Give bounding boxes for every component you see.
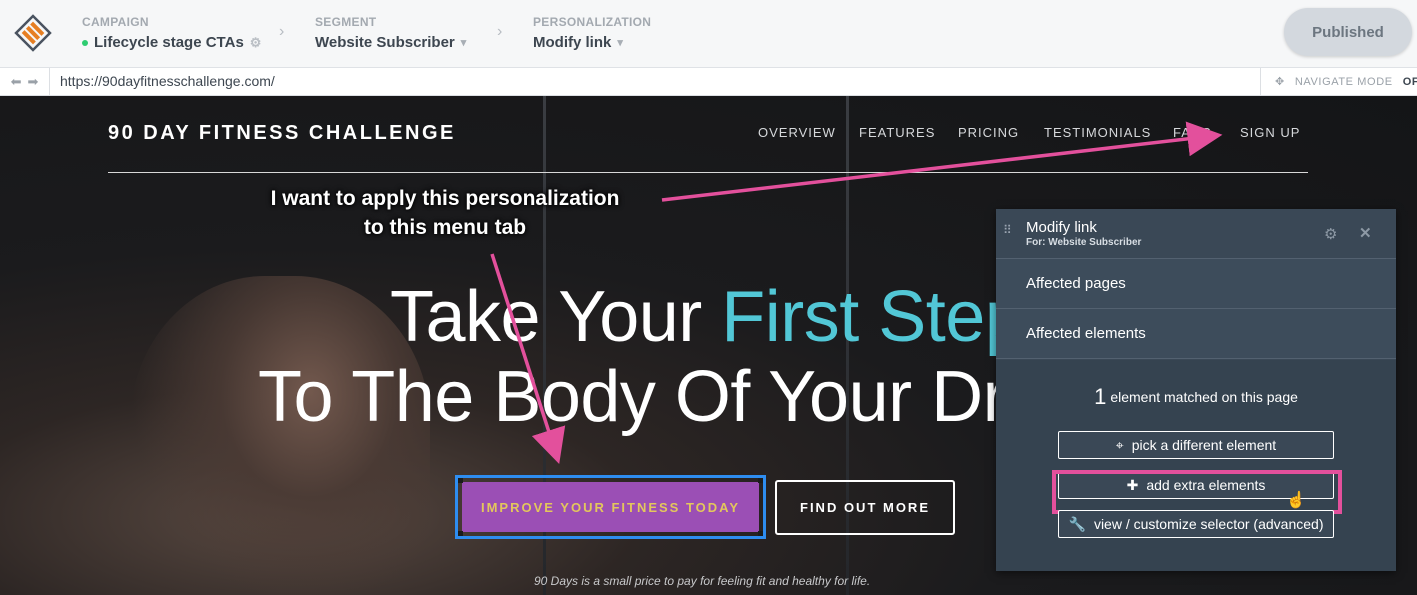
breadcrumb-campaign[interactable]: CAMPAIGN Lifecycle stage CTAs ⚙ <box>82 15 261 51</box>
breadcrumb-campaign-label: CAMPAIGN <box>82 15 149 29</box>
header-divider <box>108 172 1308 173</box>
chevron-down-icon[interactable]: ▾ <box>617 36 623 49</box>
selection-handle[interactable] <box>458 478 463 483</box>
site-nav-features[interactable]: FEATURES <box>859 125 935 140</box>
crosshair-icon: ✥ <box>1275 76 1285 88</box>
hero-tagline: 90 Days is a small price to pay for feel… <box>534 574 871 588</box>
improve-fitness-button[interactable]: IMPROVE YOUR FITNESS TODAY <box>462 482 759 532</box>
back-arrow-icon[interactable]: ⬅ <box>11 74 22 90</box>
forward-arrow-icon[interactable]: ➡ <box>28 74 39 90</box>
affected-pages-row[interactable]: Affected pages <box>996 259 1396 309</box>
segment-name: Website Subscriber <box>315 34 455 51</box>
match-count: 1 <box>1094 384 1107 409</box>
hand-cursor-icon: ☝ <box>1286 492 1306 509</box>
navigate-mode-state: OF <box>1402 75 1417 88</box>
app-header: CAMPAIGN Lifecycle stage CTAs ⚙ › SEGMEN… <box>0 0 1417 68</box>
crosshair-icon: ⌖ <box>1115 436 1124 453</box>
app-logo-icon[interactable] <box>14 14 52 52</box>
site-brand[interactable]: 90 DAY FITNESS CHALLENGE <box>108 122 456 145</box>
site-nav-pricing[interactable]: PRICING <box>958 125 1019 140</box>
annotation-text: I want to apply this personalization to … <box>230 184 660 242</box>
navigate-mode-toggle[interactable]: ✥ NAVIGATE MODE OF <box>1260 68 1417 95</box>
breadcrumb-separator-icon: › <box>497 23 503 40</box>
pick-button-label: pick a different element <box>1131 437 1277 453</box>
hero-headline-line1: Take Your First Step <box>390 276 1025 358</box>
wrench-icon: 🔧 <box>1068 515 1086 532</box>
site-nav-overview[interactable]: OVERVIEW <box>758 125 836 140</box>
panel-subtitle: For: Website Subscriber <box>1026 237 1142 248</box>
selection-handle[interactable] <box>758 478 763 483</box>
gear-icon[interactable]: ⚙ <box>1324 225 1337 243</box>
panel-title: Modify link <box>1026 219 1097 236</box>
selection-handle[interactable] <box>458 531 463 536</box>
hero-line1-accent: First Step <box>721 277 1025 357</box>
breadcrumb-personalization-label: PERSONALIZATION <box>533 15 652 29</box>
site-nav-testimonials[interactable]: TESTIMONIALS <box>1044 125 1151 140</box>
breadcrumb-segment[interactable]: SEGMENT Website Subscriber ▾ <box>315 15 466 51</box>
status-dot-icon <box>82 39 88 46</box>
match-summary: 1 element matched on this page <box>996 384 1396 410</box>
drag-handle-icon[interactable]: ⠿ <box>1003 224 1012 236</box>
hero-headline-line2: To The Body Of Your Dre <box>258 357 1046 437</box>
url-bar: ⬅ ➡ https://90dayfitnesschallenge.com/ ✥… <box>0 68 1417 96</box>
annotation-line1: I want to apply this personalization <box>270 187 620 210</box>
selection-handle[interactable] <box>758 531 763 536</box>
campaign-settings-icon[interactable]: ⚙ <box>250 35 262 51</box>
site-nav-faqs[interactable]: FAQS <box>1173 125 1212 140</box>
find-out-more-button[interactable]: FIND OUT MORE <box>775 480 955 535</box>
breadcrumb-segment-label: SEGMENT <box>315 15 377 29</box>
website-preview: 90 DAY FITNESS CHALLENGE OVERVIEW FEATUR… <box>0 96 1417 595</box>
selected-element-outline: IMPROVE YOUR FITNESS TODAY <box>455 475 766 539</box>
view-customize-selector-button[interactable]: 🔧 view / customize selector (advanced) <box>1058 510 1334 538</box>
chevron-down-icon[interactable]: ▾ <box>461 36 467 49</box>
published-button[interactable]: Published <box>1284 8 1412 56</box>
breadcrumb-separator-icon: › <box>279 23 285 40</box>
panel-header: ⠿ Modify link For: Website Subscriber ⚙ … <box>996 209 1396 259</box>
hero-line1-part1: Take Your <box>390 277 722 357</box>
match-text: element matched on this page <box>1110 389 1298 405</box>
personalization-name: Modify link <box>533 34 612 51</box>
modify-link-panel: ⠿ Modify link For: Website Subscriber ⚙ … <box>996 209 1396 571</box>
annotation-arrow-to-signup <box>661 121 1223 202</box>
breadcrumb-personalization[interactable]: PERSONALIZATION Modify link ▾ <box>533 15 651 51</box>
panel-body: 1 element matched on this page ⌖ pick a d… <box>996 360 1396 571</box>
site-nav-sign-up[interactable]: SIGN UP <box>1240 125 1300 140</box>
history-nav: ⬅ ➡ <box>0 68 50 95</box>
url-input[interactable]: https://90dayfitnesschallenge.com/ <box>60 73 275 89</box>
pick-different-element-button[interactable]: ⌖ pick a different element <box>1058 431 1334 459</box>
close-icon[interactable]: ✕ <box>1359 224 1372 242</box>
view-button-label: view / customize selector (advanced) <box>1093 516 1324 532</box>
affected-elements-row[interactable]: Affected elements <box>996 309 1396 359</box>
navigate-mode-label: NAVIGATE MODE <box>1294 75 1393 88</box>
campaign-name: Lifecycle stage CTAs <box>94 34 244 51</box>
annotation-line2: to this menu tab <box>363 216 527 239</box>
